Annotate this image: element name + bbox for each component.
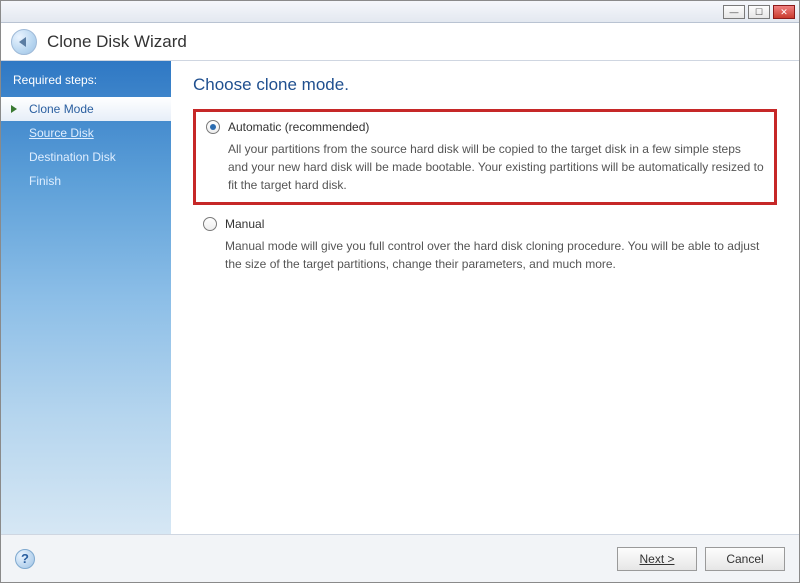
sidebar-step-finish: Finish bbox=[1, 169, 171, 193]
option-description: Manual mode will give you full control o… bbox=[203, 237, 767, 273]
back-icon[interactable] bbox=[11, 29, 37, 55]
radio-automatic[interactable] bbox=[206, 120, 220, 134]
help-icon[interactable]: ? bbox=[15, 549, 35, 569]
close-button[interactable]: ✕ bbox=[773, 5, 795, 19]
option-description: All your partitions from the source hard… bbox=[206, 140, 764, 194]
window-title: Clone Disk Wizard bbox=[47, 32, 187, 52]
option-label: Automatic (recommended) bbox=[228, 120, 369, 134]
titlebar: — ☐ ✕ bbox=[1, 1, 799, 23]
header: Clone Disk Wizard bbox=[1, 23, 799, 61]
next-button[interactable]: Next > bbox=[617, 547, 697, 571]
page-heading: Choose clone mode. bbox=[193, 75, 777, 95]
option-manual[interactable]: Manual Manual mode will give you full co… bbox=[193, 217, 777, 273]
sidebar-step-destination-disk: Destination Disk bbox=[1, 145, 171, 169]
step-label: Source Disk bbox=[29, 126, 94, 140]
main-panel: Choose clone mode. Automatic (recommende… bbox=[171, 61, 799, 534]
sidebar-heading: Required steps: bbox=[1, 69, 171, 97]
minimize-button[interactable]: — bbox=[723, 5, 745, 19]
step-label: Finish bbox=[29, 174, 61, 188]
cancel-button[interactable]: Cancel bbox=[705, 547, 785, 571]
sidebar-step-clone-mode[interactable]: Clone Mode bbox=[1, 97, 171, 121]
step-label: Clone Mode bbox=[29, 102, 94, 116]
wizard-window: — ☐ ✕ Clone Disk Wizard Required steps: … bbox=[0, 0, 800, 583]
footer: ? Next > Cancel bbox=[1, 534, 799, 582]
step-label: Destination Disk bbox=[29, 150, 116, 164]
option-automatic[interactable]: Automatic (recommended) All your partiti… bbox=[193, 109, 777, 205]
sidebar-step-source-disk[interactable]: Source Disk bbox=[1, 121, 171, 145]
radio-manual[interactable] bbox=[203, 217, 217, 231]
maximize-button[interactable]: ☐ bbox=[748, 5, 770, 19]
sidebar: Required steps: Clone Mode Source Disk D… bbox=[1, 61, 171, 534]
option-label: Manual bbox=[225, 217, 264, 231]
